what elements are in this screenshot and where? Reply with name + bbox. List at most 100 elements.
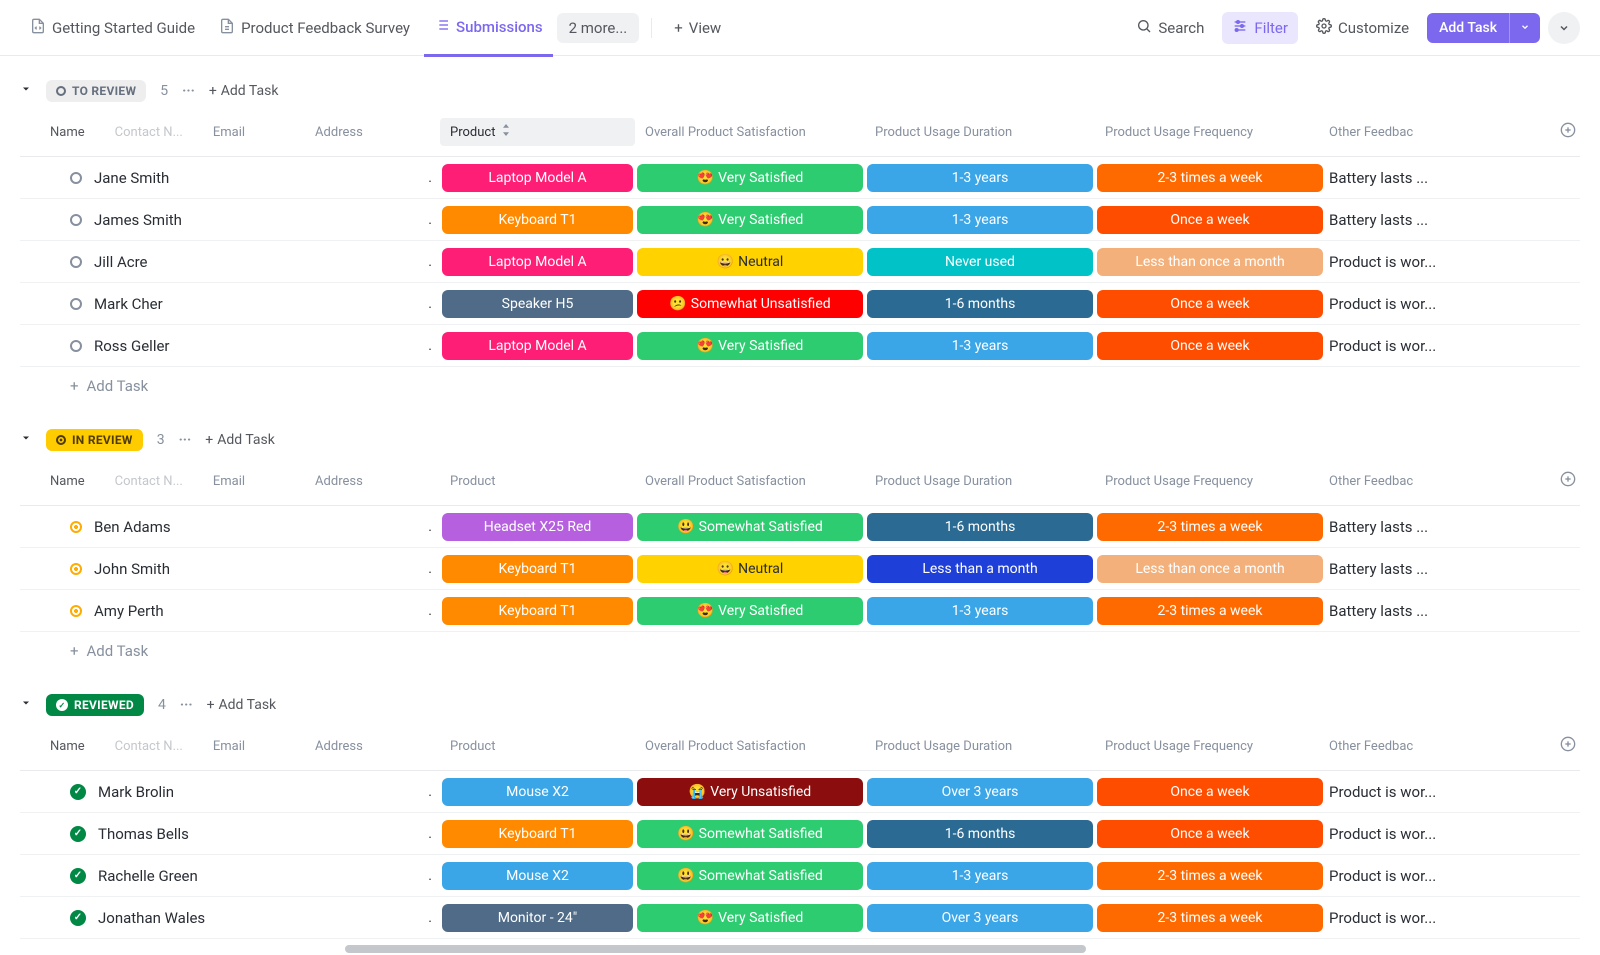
add-view[interactable]: + View [664,11,731,45]
col-product[interactable]: Product [440,733,635,760]
group-more-icon[interactable]: ··· [179,432,192,448]
frequency-pill[interactable]: 2-3 times a week [1097,904,1323,932]
col-contact[interactable]: Contact N... [115,474,183,489]
col-other[interactable]: Other Feedbac [1325,730,1580,762]
filter-button[interactable]: Filter [1222,12,1298,44]
scrollbar-thumb[interactable] [345,945,1086,953]
col-frequency[interactable]: Product Usage Frequency [1095,733,1325,760]
col-address[interactable]: Address [315,474,363,489]
product-pill[interactable]: Monitor - 24" [442,904,633,932]
table-row[interactable]: Ben Adams.Headset X25 Red😃 Somewhat Sati… [20,506,1580,548]
satisfaction-pill[interactable]: 😍 Very Satisfied [637,597,863,625]
frequency-pill[interactable]: 2-3 times a week [1097,862,1323,890]
status-pill[interactable]: TO REVIEW [46,80,146,102]
product-pill[interactable]: Keyboard T1 [442,206,633,234]
duration-pill[interactable]: 1-6 months [867,820,1093,848]
table-row[interactable]: Mark Cher.Speaker H5😕 Somewhat Unsatisfi… [20,283,1580,325]
frequency-pill[interactable]: 2-3 times a week [1097,164,1323,192]
table-row[interactable]: ✓Thomas Bells.Keyboard T1😃 Somewhat Sati… [20,813,1580,855]
satisfaction-pill[interactable]: 😀 Neutral [637,555,863,583]
satisfaction-pill[interactable]: 😍 Very Satisfied [637,206,863,234]
col-contact[interactable]: Contact N... [115,125,183,140]
more-menu[interactable] [1548,12,1580,44]
tab-getting-started[interactable]: Getting Started Guide [20,10,205,46]
duration-pill[interactable]: 1-3 years [867,164,1093,192]
group-more-icon[interactable]: ··· [180,697,193,713]
product-pill[interactable]: Speaker H5 [442,290,633,318]
satisfaction-pill[interactable]: 😍 Very Satisfied [637,904,863,932]
duration-pill[interactable]: 1-6 months [867,513,1093,541]
tab-product-feedback[interactable]: Product Feedback Survey [209,10,420,46]
satisfaction-pill[interactable]: 😍 Very Satisfied [637,164,863,192]
table-row[interactable]: Jane Smith.Laptop Model A😍 Very Satisfie… [20,157,1580,199]
table-row[interactable]: ✓Jonathan Wales.Monitor - 24"😍 Very Sati… [20,897,1580,939]
customize-button[interactable]: Customize [1306,12,1419,44]
collapse-icon[interactable] [20,432,32,448]
status-pill[interactable]: IN REVIEW [46,429,143,451]
table-row[interactable]: Ross Geller.Laptop Model A😍 Very Satisfi… [20,325,1580,367]
search-button[interactable]: Search [1126,12,1214,44]
col-name[interactable]: Name [50,739,85,754]
duration-pill[interactable]: 1-3 years [867,206,1093,234]
col-other[interactable]: Other Feedbac [1325,465,1580,497]
duration-pill[interactable]: 1-3 years [867,597,1093,625]
group-more-icon[interactable]: ··· [182,83,195,99]
col-address[interactable]: Address [315,125,363,140]
add-task-group[interactable]: + Add Task [205,432,275,448]
col-satisfaction[interactable]: Overall Product Satisfaction [635,119,865,146]
col-duration[interactable]: Product Usage Duration [865,733,1095,760]
add-task-group[interactable]: + Add Task [207,697,277,713]
col-contact[interactable]: Contact N... [115,739,183,754]
table-row[interactable]: James Smith.Keyboard T1😍 Very Satisfied1… [20,199,1580,241]
table-row[interactable]: ✓Rachelle Green.Mouse X2😃 Somewhat Satis… [20,855,1580,897]
col-name[interactable]: Name [50,125,85,140]
add-task-row[interactable]: +Add Task [20,632,1580,670]
col-name[interactable]: Name [50,474,85,489]
satisfaction-pill[interactable]: 😃 Somewhat Satisfied [637,820,863,848]
frequency-pill[interactable]: Once a week [1097,332,1323,360]
col-duration[interactable]: Product Usage Duration [865,119,1095,146]
frequency-pill[interactable]: Once a week [1097,820,1323,848]
frequency-pill[interactable]: Once a week [1097,290,1323,318]
col-email[interactable]: Email [213,474,245,489]
frequency-pill[interactable]: Once a week [1097,206,1323,234]
col-frequency[interactable]: Product Usage Frequency [1095,119,1325,146]
add-column-icon[interactable] [1560,122,1576,142]
satisfaction-pill[interactable]: 😕 Somewhat Unsatisfied [637,290,863,318]
satisfaction-pill[interactable]: 😭 Very Unsatisfied [637,778,863,806]
product-pill[interactable]: Laptop Model A [442,248,633,276]
satisfaction-pill[interactable]: 😀 Neutral [637,248,863,276]
product-pill[interactable]: Keyboard T1 [442,820,633,848]
sort-icon[interactable] [501,124,511,140]
collapse-icon[interactable] [20,697,32,713]
col-product[interactable]: Product [440,118,635,146]
col-satisfaction[interactable]: Overall Product Satisfaction [635,733,865,760]
tab-submissions[interactable]: Submissions [424,0,553,57]
col-email[interactable]: Email [213,739,245,754]
table-row[interactable]: John Smith.Keyboard T1😀 NeutralLess than… [20,548,1580,590]
duration-pill[interactable]: Over 3 years [867,904,1093,932]
frequency-pill[interactable]: 2-3 times a week [1097,597,1323,625]
collapse-icon[interactable] [20,83,32,99]
add-column-icon[interactable] [1560,736,1576,756]
col-email[interactable]: Email [213,125,245,140]
frequency-pill[interactable]: Once a week [1097,778,1323,806]
add-column-icon[interactable] [1560,471,1576,491]
duration-pill[interactable]: Over 3 years [867,778,1093,806]
duration-pill[interactable]: 1-3 years [867,862,1093,890]
col-other[interactable]: Other Feedbac [1325,116,1580,148]
add-task-group[interactable]: + Add Task [209,83,279,99]
product-pill[interactable]: Mouse X2 [442,778,633,806]
product-pill[interactable]: Headset X25 Red [442,513,633,541]
tabs-more[interactable]: 2 more... [557,13,640,43]
satisfaction-pill[interactable]: 😃 Somewhat Satisfied [637,513,863,541]
frequency-pill[interactable]: Less than once a month [1097,555,1323,583]
chevron-down-icon[interactable] [1509,13,1540,43]
product-pill[interactable]: Mouse X2 [442,862,633,890]
col-duration[interactable]: Product Usage Duration [865,468,1095,495]
add-task-primary[interactable]: Add Task [1427,13,1540,43]
duration-pill[interactable]: Less than a month [867,555,1093,583]
frequency-pill[interactable]: Less than once a month [1097,248,1323,276]
product-pill[interactable]: Keyboard T1 [442,597,633,625]
table-row[interactable]: Amy Perth.Keyboard T1😍 Very Satisfied1-3… [20,590,1580,632]
